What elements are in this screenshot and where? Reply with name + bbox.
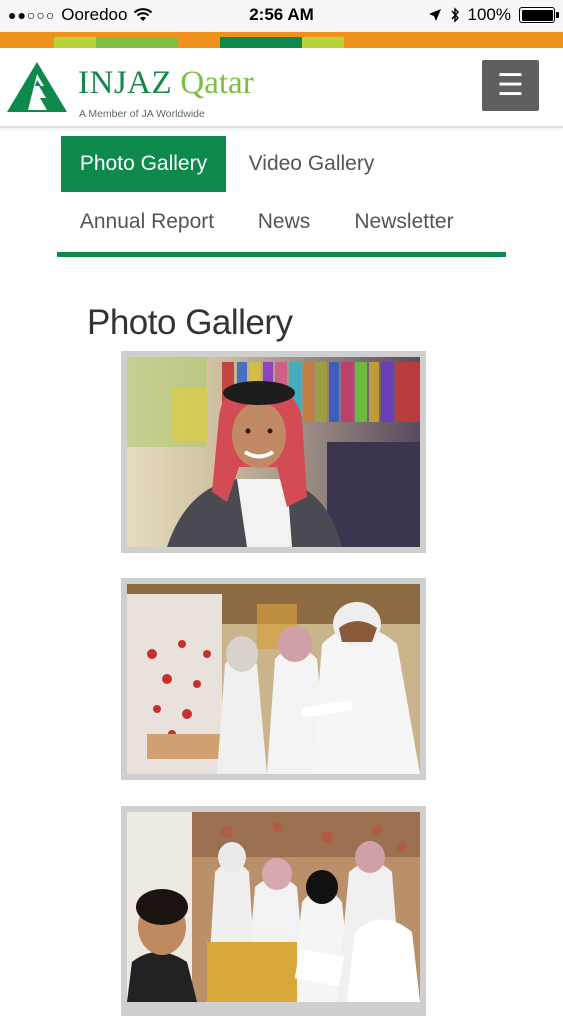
tab-video-gallery[interactable]: Video Gallery [240, 136, 383, 192]
status-right: 100% [428, 5, 559, 25]
gallery-photo-3[interactable] [121, 806, 426, 1016]
hamburger-menu-button[interactable]: ☰ [482, 60, 539, 111]
location-arrow-icon [428, 9, 441, 21]
hamburger-icon: ☰ [497, 69, 524, 102]
injaz-logo[interactable]: INJAZ Qatar A Member of JA Worldwide [6, 58, 306, 120]
gallery-photo-2[interactable] [121, 578, 426, 780]
brand-name: INJAZ Qatar [78, 65, 254, 101]
tab-annual-report[interactable]: Annual Report [72, 200, 222, 244]
battery-percent: 100% [467, 5, 511, 24]
tab-newsletter[interactable]: Newsletter [346, 200, 462, 244]
status-bar: ●●○○○ Ooredoo 2:56 AM 100% [0, 0, 563, 32]
site-header: INJAZ Qatar A Member of JA Worldwide [0, 48, 563, 128]
bluetooth-icon [450, 7, 459, 23]
pyramid-logo-icon [7, 62, 67, 112]
battery-icon [519, 7, 559, 23]
brand-stripe [0, 32, 563, 48]
tab-news[interactable]: News [250, 200, 318, 244]
brand-tagline: A Member of JA Worldwide [79, 108, 205, 120]
photo-image [127, 357, 420, 547]
photo-image [127, 584, 420, 774]
page-title: Photo Gallery [87, 303, 293, 343]
nav-divider [57, 252, 506, 257]
photo-image [127, 812, 420, 1002]
gallery-photo-1[interactable] [121, 351, 426, 553]
tab-photo-gallery[interactable]: Photo Gallery [61, 136, 226, 192]
